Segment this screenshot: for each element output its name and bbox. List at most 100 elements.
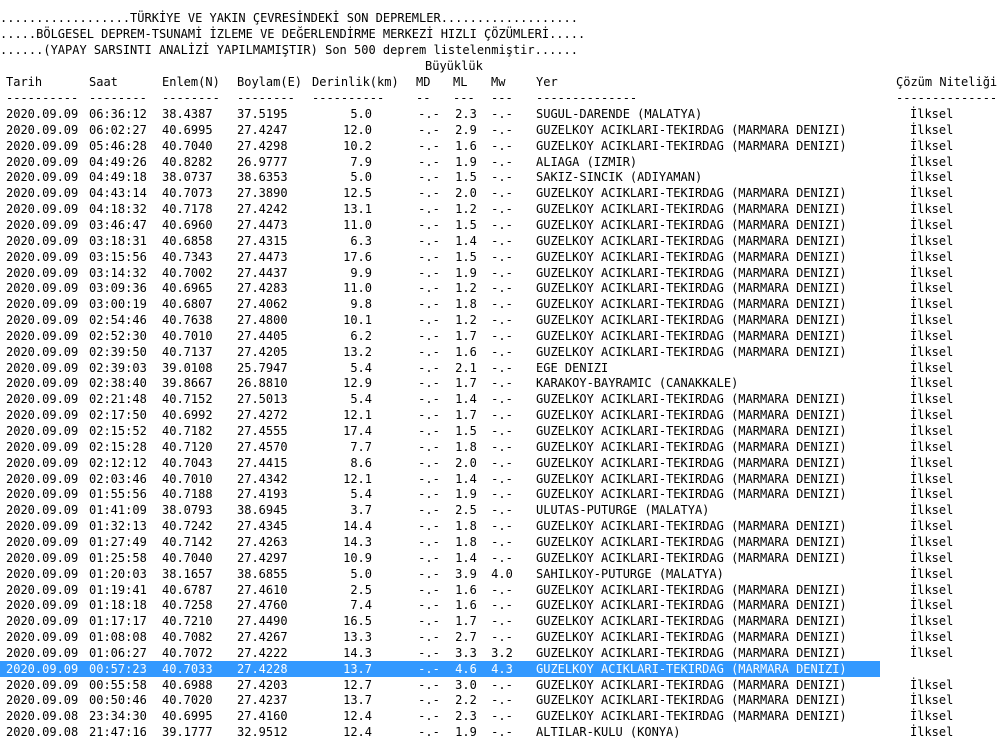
- cell-cozum: İlksel: [910, 265, 954, 280]
- cell-yer: GUZELKOY ACIKLARI-TEKIRDAG (MARMARA DENI…: [536, 249, 847, 264]
- cell-tarih: 2020.09.09: [6, 408, 79, 423]
- table-row[interactable]: 2020.09.08 21:47:16 39.1777 32.9512 12.4 -.- 1…: [0, 724, 1000, 740]
- table-row[interactable]: 2020.09.09 02:12:12 40.7043 27.4415 8.6 -.- 2.…: [0, 455, 1000, 471]
- cell-boylam: 27.4800: [237, 313, 288, 327]
- table-row[interactable]: 2020.09.09 01:25:58 40.7040 27.4297 10.9 -.- 1…: [0, 550, 1000, 566]
- cell-tarih: 2020.09.09: [6, 249, 79, 264]
- cell-saat: 01:25:58: [89, 550, 147, 565]
- table-row[interactable]: 2020.09.09 04:18:32 40.7178 27.4242 13.1 -.- 1…: [0, 201, 1000, 217]
- cell-tarih: 2020.09.09: [6, 233, 79, 248]
- cell-cozum: İlksel: [910, 709, 954, 724]
- cell-mw: -.-: [491, 709, 513, 724]
- table-row[interactable]: 2020.09.09 02:21:48 40.7152 27.5013 5.4 -.- 1.…: [0, 391, 1000, 407]
- table-row[interactable]: 2020.09.09 03:00:19 40.6807 27.4062 9.8 -.- 1.…: [0, 296, 1000, 312]
- cell-saat: 02:52:30: [89, 328, 147, 343]
- cell-enlem: 40.7033: [162, 661, 213, 676]
- cell-saat: 03:18:31: [89, 233, 147, 248]
- cell-tarih: 2020.09.09: [6, 535, 79, 549]
- cell-tarih: 2020.09.09: [6, 503, 79, 518]
- column-header-row: Tarih Saat Enlem(N) Boylam(E) Derinlik(k…: [0, 74, 1000, 90]
- cell-ml: 2.1: [455, 360, 477, 375]
- table-row[interactable]: 2020.09.09 02:39:50 40.7137 27.4205 13.2 -.- 1…: [0, 344, 1000, 360]
- cell-ml: 1.4: [455, 550, 477, 565]
- table-row[interactable]: 2020.09.09 02:39:03 39.0108 25.7947 5.4 -.- 2.…: [0, 360, 1000, 376]
- cell-boylam: 27.4315: [237, 233, 288, 248]
- cell-saat: 01:18:18: [89, 598, 147, 613]
- table-row[interactable]: 2020.09.09 01:18:18 40.7258 27.4760 7.4 -.- 1.…: [0, 597, 1000, 613]
- table-row[interactable]: 2020.09.09 04:49:18 38.0737 38.6353 5.0 -.- 1.…: [0, 169, 1000, 185]
- table-row[interactable]: 2020.09.09 01:19:41 40.6787 27.4610 2.5 -.- 1.…: [0, 582, 1000, 598]
- table-row[interactable]: 2020.09.09 02:52:30 40.7010 27.4405 6.2 -.- 1.…: [0, 328, 1000, 344]
- table-row[interactable]: 2020.09.09 03:46:47 40.6960 27.4473 11.0 -.- 1…: [0, 217, 1000, 233]
- cell-saat: 03:09:36: [89, 281, 147, 296]
- separator-saat: --------: [89, 91, 147, 105]
- table-row[interactable]: 2020.09.09 04:43:14 40.7073 27.3890 12.5 -.- 2…: [0, 185, 1000, 201]
- cell-cozum: İlksel: [910, 154, 954, 169]
- table-row[interactable]: 2020.09.09 02:15:52 40.7182 27.4555 17.4 -.- 1…: [0, 423, 1000, 439]
- cell-derinlik: 10.9: [343, 550, 372, 565]
- table-row[interactable]: 2020.09.09 05:46:28 40.7040 27.4298 10.2 -.- 1…: [0, 138, 1000, 154]
- cell-saat: 02:39:03: [89, 360, 147, 375]
- table-row[interactable]: 2020.09.09 06:02:27 40.6995 27.4247 12.0 -.- 2…: [0, 122, 1000, 138]
- cell-yer: GUZELKOY ACIKLARI-TEKIRDAG (MARMARA DENI…: [536, 661, 847, 676]
- cell-ml: 1.4: [455, 392, 477, 407]
- table-row[interactable]: 2020.09.09 01:17:17 40.7210 27.4490 16.5 -.- 1…: [0, 613, 1000, 629]
- cell-yer: EGE DENIZI: [536, 360, 609, 375]
- cell-yer: GUZELKOY ACIKLARI-TEKIRDAG (MARMARA DENI…: [536, 439, 847, 454]
- table-row[interactable]: 2020.09.09 01:06:27 40.7072 27.4222 14.3 -.- 3…: [0, 645, 1000, 661]
- cell-md: -.-: [418, 392, 440, 407]
- table-row[interactable]: 2020.09.09 00:50:46 40.7020 27.4237 13.7 -.- 2…: [0, 692, 1000, 708]
- cell-md: -.-: [418, 313, 440, 327]
- cell-md: -.-: [418, 138, 440, 153]
- table-row[interactable]: 2020.09.09 02:17:50 40.6992 27.4272 12.1 -.- 1…: [0, 407, 1000, 423]
- cell-tarih: 2020.09.09: [6, 376, 79, 391]
- cell-enlem: 40.6965: [162, 281, 213, 296]
- table-row[interactable]: 2020.09.09 01:32:13 40.7242 27.4345 14.4 -.- 1…: [0, 518, 1000, 534]
- cell-md: -.-: [418, 661, 440, 676]
- table-row[interactable]: 2020.09.09 01:27:49 40.7142 27.4263 14.3 -.- 1…: [0, 534, 1000, 550]
- table-row[interactable]: 2020.09.09 04:49:26 40.8282 26.9777 7.9 -.- 1.…: [0, 154, 1000, 170]
- cell-boylam: 37.5195: [237, 107, 288, 121]
- cell-mw: -.-: [491, 630, 513, 644]
- cell-ml: 2.5: [455, 503, 477, 518]
- table-row[interactable]: 2020.09.09 02:15:28 40.7120 27.4570 7.7 -.- 1.…: [0, 439, 1000, 455]
- table-row[interactable]: 2020.09.09 01:08:08 40.7082 27.4267 13.3 -.- 2…: [0, 629, 1000, 645]
- table-row[interactable]: 2020.09.09 00:55:58 40.6988 27.4203 12.7 -.- 3…: [0, 677, 1000, 693]
- table-row[interactable]: 2020.09.08 23:34:30 40.6995 27.4160 12.4 -.- 2…: [0, 708, 1000, 724]
- table-row[interactable]: 2020.09.09 02:03:46 40.7010 27.4342 12.1 -.- 1…: [0, 471, 1000, 487]
- table-row[interactable]: 2020.09.09 06:36:12 38.4387 37.5195 5.0 -.- 2.…: [0, 106, 1000, 122]
- table-row[interactable]: 2020.09.09 02:54:46 40.7638 27.4800 10.1 -.- 1…: [0, 312, 1000, 328]
- cell-md: -.-: [418, 709, 440, 724]
- cell-saat: 00:57:23: [89, 661, 147, 676]
- cell-mw: -.-: [491, 344, 513, 359]
- cell-ml: 1.9: [455, 154, 477, 169]
- table-row[interactable]: 2020.09.09 03:15:56 40.7343 27.4473 17.6 -.- 1…: [0, 249, 1000, 265]
- cell-ml: 1.2: [455, 202, 477, 217]
- cell-yer: GUZELKOY ACIKLARI-TEKIRDAG (MARMARA DENI…: [536, 455, 847, 470]
- cell-enlem: 40.7040: [162, 550, 213, 565]
- cell-saat: 02:38:40: [89, 376, 147, 391]
- cell-ml: 2.3: [455, 709, 477, 724]
- cell-boylam: 27.4267: [237, 630, 288, 644]
- cell-enlem: 40.8282: [162, 154, 213, 169]
- table-row-selected[interactable]: 2020.09.09 00:57:23 40.7033 27.4228 13.7 -.- 4…: [0, 660, 953, 677]
- cell-enlem: 40.7072: [162, 645, 213, 660]
- table-row[interactable]: 2020.09.09 01:41:09 38.0793 38.6945 3.7 -.- 2.…: [0, 502, 1000, 518]
- table-row[interactable]: 2020.09.09 03:18:31 40.6858 27.4315 6.3 -.- 1.…: [0, 233, 1000, 249]
- cell-ml: 1.5: [455, 249, 477, 264]
- cell-cozum: İlksel: [910, 328, 954, 343]
- cell-tarih: 2020.09.09: [6, 138, 79, 153]
- cell-saat: 00:55:58: [89, 677, 147, 692]
- cell-boylam: 27.4473: [237, 217, 288, 232]
- table-row[interactable]: 2020.09.09 01:20:03 38.1657 38.6855 5.0 -.- 3.…: [0, 566, 1000, 582]
- cell-enlem: 40.7178: [162, 202, 213, 217]
- cell-enlem: 40.7638: [162, 313, 213, 327]
- table-row[interactable]: 2020.09.09 02:38:40 39.8667 26.8810 12.9 -.- 1…: [0, 375, 1000, 391]
- cell-mw: -.-: [491, 297, 513, 312]
- cell-derinlik: 7.7: [350, 439, 372, 454]
- table-row[interactable]: 2020.09.09 01:55:56 40.7188 27.4193 5.4 -.- 1.…: [0, 486, 1000, 502]
- table-row[interactable]: 2020.09.09 03:14:32 40.7002 27.4437 9.9 -.- 1.…: [0, 265, 1000, 281]
- cell-derinlik: 17.6: [343, 249, 372, 264]
- col-header-yer: Yer: [536, 75, 558, 89]
- table-row[interactable]: 2020.09.09 03:09:36 40.6965 27.4283 11.0 -.- 1…: [0, 280, 1000, 296]
